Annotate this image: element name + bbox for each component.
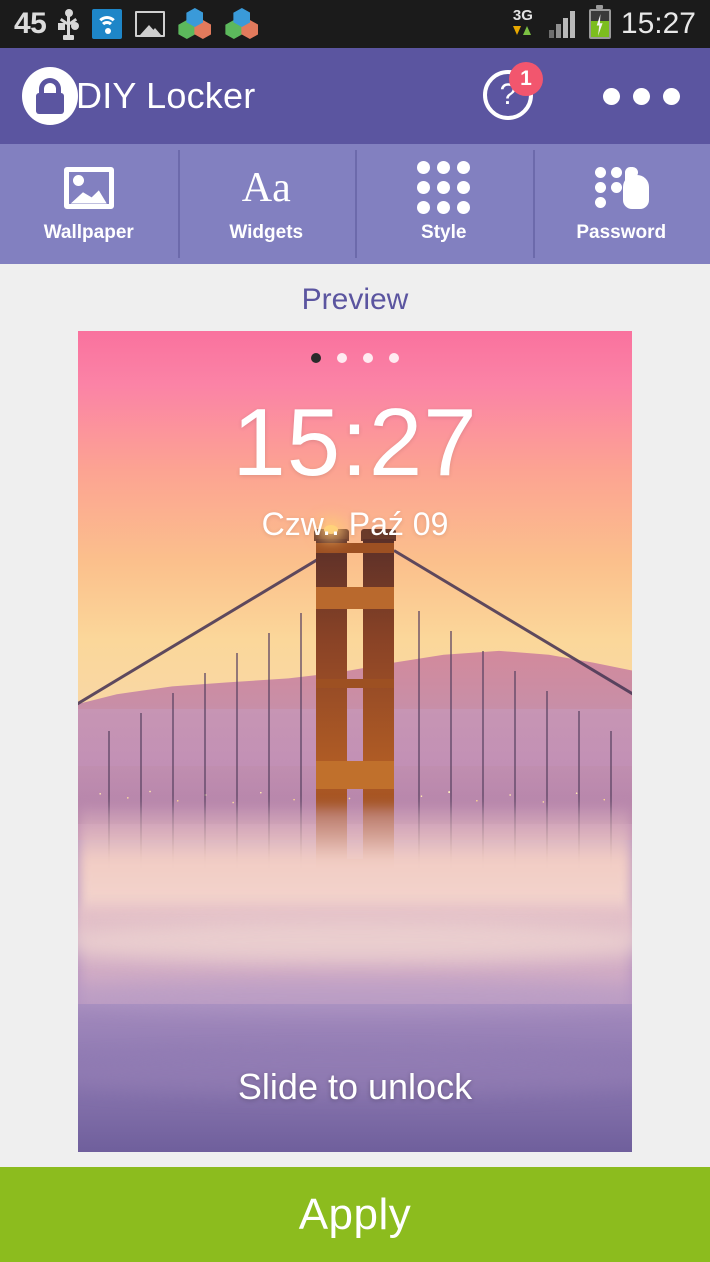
page-indicator-dots[interactable]: [78, 353, 632, 363]
page-dot[interactable]: [337, 353, 347, 363]
tab-password[interactable]: Password: [532, 144, 710, 264]
status-bar-left: 45: [14, 7, 513, 41]
text-aa-icon: Aa: [242, 165, 291, 211]
network-type-text: 3G: [512, 7, 533, 24]
lockscreen-preview[interactable]: 15:27 Czw.. Paź 09 Slide to unlock: [78, 331, 632, 1152]
battery-charging-icon: [588, 5, 611, 39]
status-bar-right: 3G 15:27: [512, 5, 696, 41]
help-button[interactable]: ? 1: [481, 62, 543, 126]
status-bar: 45 3G 15:27: [0, 0, 710, 48]
data-transfer-icon: 3G: [512, 7, 539, 41]
tab-style[interactable]: Style: [355, 144, 533, 264]
help-badge: 1: [509, 62, 543, 96]
battery-percent-text: 45: [14, 7, 47, 40]
preview-clock: 15:27: [232, 389, 478, 496]
slide-to-unlock-text[interactable]: Slide to unlock: [78, 1066, 632, 1108]
keypad-touch-icon: [593, 165, 650, 211]
tab-password-label: Password: [576, 221, 667, 243]
grid-dots-icon: [417, 161, 471, 214]
app-bar: DIY Locker ? 1: [0, 48, 710, 144]
page-dot[interactable]: [363, 353, 373, 363]
page-dot[interactable]: [311, 353, 321, 363]
tab-style-label: Style: [421, 221, 467, 243]
signal-icon: [548, 10, 579, 38]
tab-bar: Wallpaper Aa Widgets Style Password: [0, 144, 710, 264]
image-icon: [63, 165, 114, 211]
overflow-menu-icon[interactable]: [603, 87, 680, 105]
preview-date: Czw.. Paź 09: [261, 506, 449, 542]
preview-heading: Preview: [301, 283, 409, 316]
hexagon-app-icon: [178, 8, 212, 40]
lock-icon: [22, 67, 78, 125]
wifi-icon: [92, 9, 123, 39]
usb-icon: [58, 9, 80, 40]
tab-wallpaper-label: Wallpaper: [43, 221, 134, 243]
tab-widgets-label: Widgets: [229, 221, 304, 243]
apply-button[interactable]: Apply: [0, 1167, 710, 1262]
hexagon-app-icon: [225, 8, 259, 40]
text-aa-glyph: Aa: [241, 164, 291, 211]
status-bar-clock: 15:27: [620, 7, 696, 40]
app-screen: 45 3G 15:27 DIY Locker ? 1 Wallpaper Aa …: [0, 0, 710, 1262]
page-dot[interactable]: [389, 353, 399, 363]
picture-icon: [135, 11, 166, 37]
app-title: DIY Locker: [76, 75, 256, 116]
tab-wallpaper[interactable]: Wallpaper: [0, 144, 178, 264]
tab-widgets[interactable]: Aa Widgets: [177, 144, 356, 264]
